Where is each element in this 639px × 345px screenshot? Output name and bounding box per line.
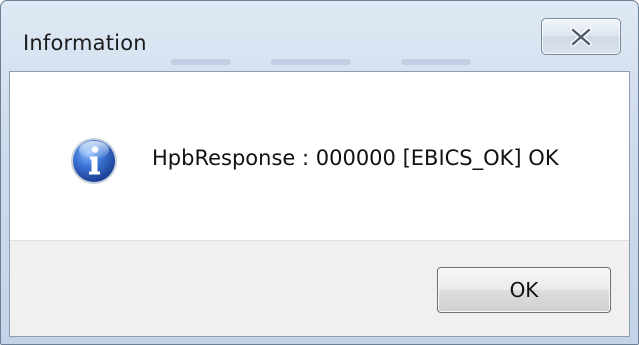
close-icon — [570, 27, 592, 46]
info-icon — [71, 138, 117, 184]
frame-glass-streak — [401, 59, 471, 65]
ok-button[interactable]: OK — [437, 267, 611, 313]
close-button[interactable] — [541, 18, 621, 55]
dialog-client-area: HpbResponse : 000000 [EBICS_OK] OK OK — [9, 71, 630, 337]
message-text: HpbResponse : 000000 [EBICS_OK] OK — [152, 146, 559, 170]
message-panel: HpbResponse : 000000 [EBICS_OK] OK — [10, 72, 629, 240]
frame-glass-streak — [171, 59, 231, 65]
dialog-title: Information — [23, 31, 147, 55]
frame-glass-streak — [271, 59, 351, 65]
dialog-window: Information HpbResponse: 000000 [EBICS_… — [0, 0, 639, 345]
button-panel: OK — [10, 240, 629, 336]
